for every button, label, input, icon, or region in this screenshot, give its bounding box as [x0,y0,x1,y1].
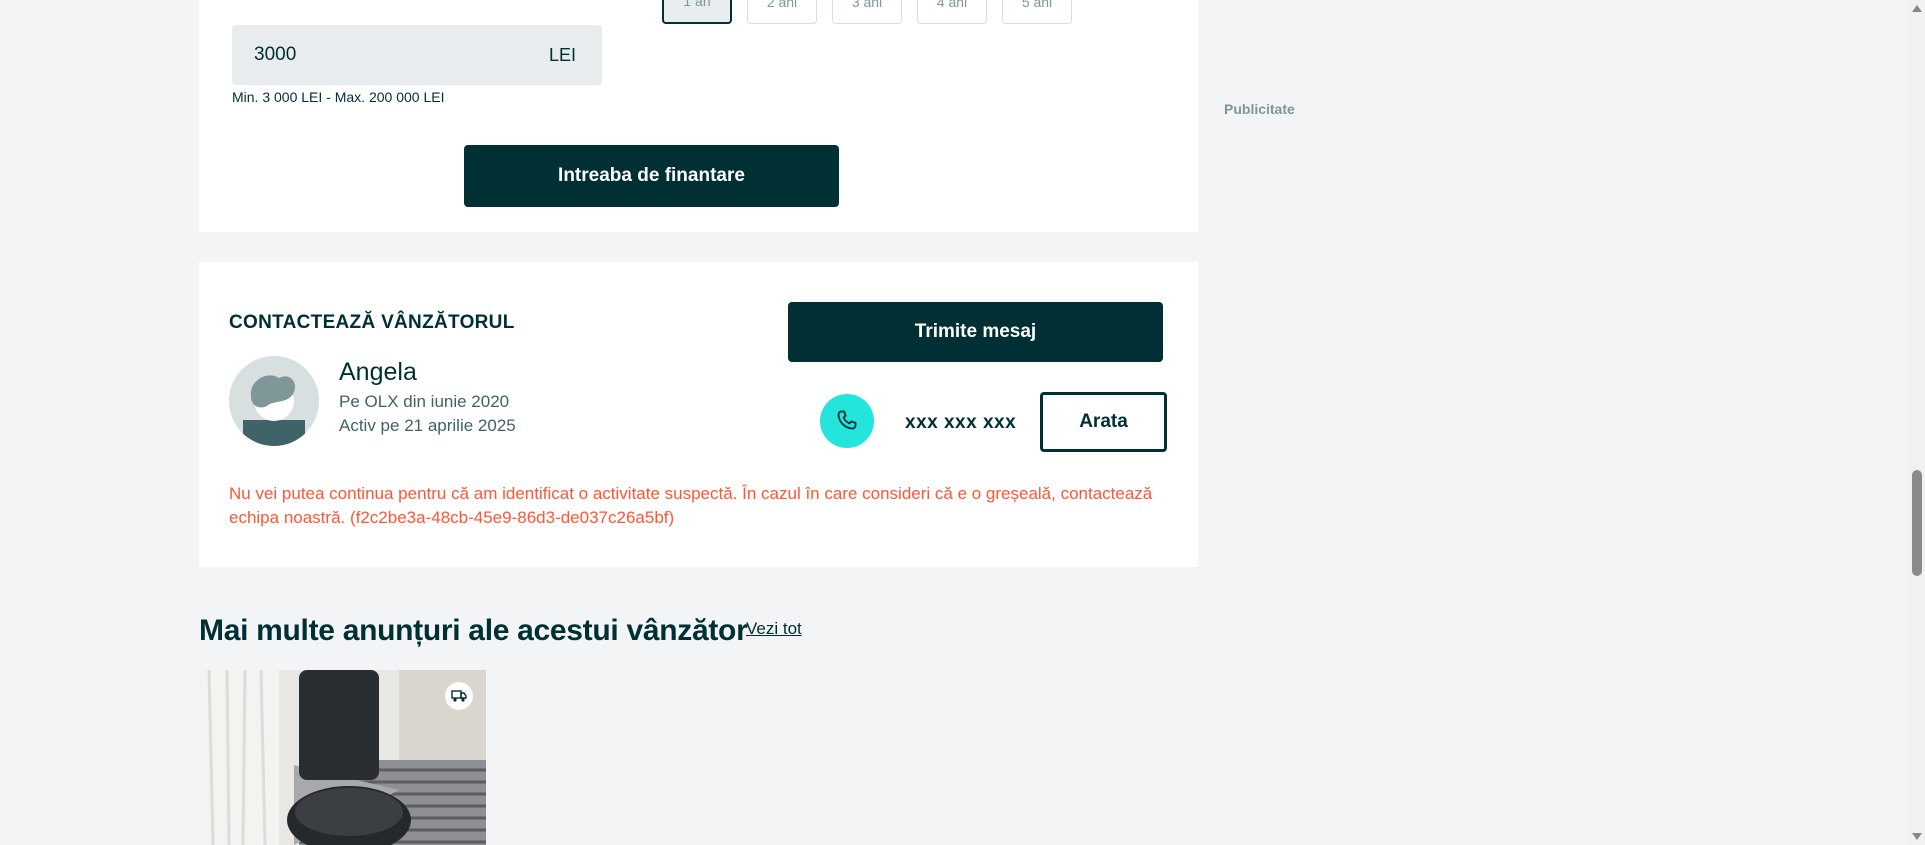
term-tab-5[interactable]: 5 ani [1002,0,1072,24]
seller-member-since: Pe OLX din iunie 2020 [339,392,510,411]
more-ads-title: Mai multe anunțuri ale acestui vânzător [199,614,748,647]
term-tab-1[interactable]: 1 an [662,0,732,24]
seller-last-active: Activ pe 21 aprilie 2025 [339,416,516,435]
financing-card: 1 an 2 ani 3 ani 4 ani 5 ani LEI Min. 3 … [199,0,1198,232]
seller-name: Angela [339,358,417,386]
scroll-up-arrow-icon[interactable] [1912,5,1922,12]
show-phone-button[interactable]: Arata [1040,392,1167,452]
amount-range-hint: Min. 3 000 LEI - Max. 200 000 LEI [232,89,445,105]
advertising-label: Publicitate [1224,101,1295,117]
loan-amount-field: LEI [232,25,602,85]
term-tab-2[interactable]: 2 ani [747,0,817,24]
suspicious-activity-error: Nu vei putea continua pentru că am ident… [229,484,1153,527]
delivery-truck-icon [445,682,473,710]
contact-seller-card: CONTACTEAZĂ VÂNZĂTORUL Angela Pe OLX din… [199,262,1198,567]
page-scrollbar[interactable] [1909,0,1925,845]
term-tab-3[interactable]: 3 ani [832,0,902,24]
currency-label: LEI [548,44,576,65]
ask-financing-button[interactable]: Intreaba de finantare [464,145,839,207]
phone-glyph [837,410,857,430]
scroll-down-arrow-icon[interactable] [1912,833,1922,840]
seller-avatar [229,356,319,446]
send-message-button[interactable]: Trimite mesaj [788,302,1163,362]
user-avatar-icon [229,356,319,446]
term-tab-4[interactable]: 4 ani [917,0,987,24]
loan-amount-input[interactable] [252,43,452,67]
ad-card[interactable] [199,670,486,845]
ad-thumbnail-image [199,670,486,845]
contact-section-title: CONTACTEAZĂ VÂNZĂTORUL [229,312,515,333]
masked-phone-number: xxx xxx xxx [905,412,1017,433]
truck-glyph [451,690,467,702]
scrollbar-thumb[interactable] [1912,470,1922,576]
phone-icon[interactable] [820,394,874,448]
see-all-link[interactable]: Vezi tot [746,619,802,639]
